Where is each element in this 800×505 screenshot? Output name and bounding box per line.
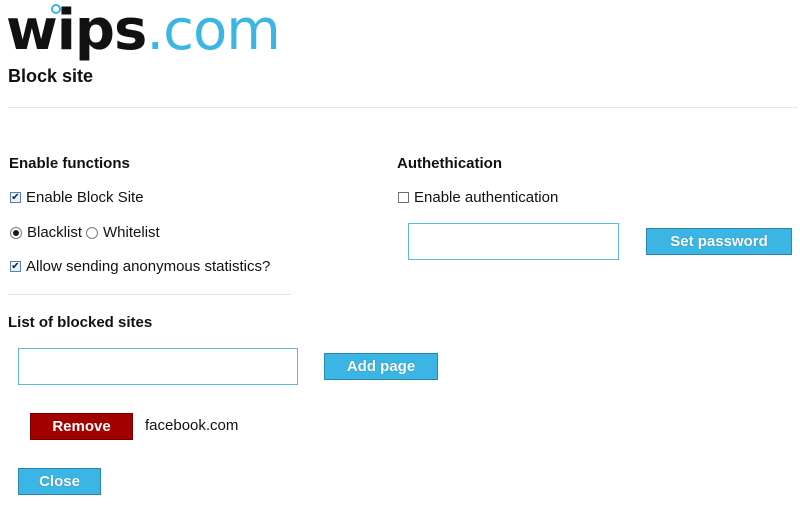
add-page-input[interactable] xyxy=(18,348,298,385)
logo-suffix-text: .com xyxy=(146,0,280,63)
wips-logo: wips.com xyxy=(6,0,281,63)
header-divider xyxy=(8,107,798,108)
remove-site-button[interactable]: Remove xyxy=(30,413,133,440)
anonymous-stats-label: Allow sending anonymous statistics? xyxy=(26,258,271,275)
anonymous-stats-row[interactable]: ✔ Allow sending anonymous statistics? xyxy=(10,258,270,275)
password-input[interactable] xyxy=(408,223,619,260)
enable-authentication-checkbox[interactable] xyxy=(398,192,409,203)
whitelist-radio[interactable] xyxy=(86,226,99,239)
enable-block-site-row[interactable]: ✔ Enable Block Site xyxy=(10,189,144,206)
page-title: Block site xyxy=(8,66,94,86)
enable-authentication-row[interactable]: Enable authentication xyxy=(398,189,558,206)
list-mode-radio-group: Blacklist Whitelist xyxy=(10,224,160,241)
blocked-site-item: facebook.com xyxy=(145,417,239,434)
logo-gear-icon xyxy=(51,4,61,14)
enable-block-site-label: Enable Block Site xyxy=(26,189,144,206)
whitelist-label: Whitelist xyxy=(103,224,160,241)
blacklist-radio[interactable] xyxy=(10,226,22,239)
blocked-sites-title: List of blocked sites xyxy=(8,314,153,331)
anonymous-stats-checkbox[interactable]: ✔ xyxy=(10,261,21,272)
enable-functions-title: Enable functions xyxy=(9,155,130,172)
add-page-button[interactable]: Add page xyxy=(324,353,438,380)
logo-main-text: wips xyxy=(6,0,147,63)
authentication-title: Authethication xyxy=(397,155,502,172)
set-password-button[interactable]: Set password xyxy=(646,228,792,255)
enable-block-site-checkbox[interactable]: ✔ xyxy=(10,192,21,203)
close-button[interactable]: Close xyxy=(18,468,101,495)
blacklist-label: Blacklist xyxy=(27,224,83,241)
enable-authentication-label: Enable authentication xyxy=(414,189,559,206)
section-divider xyxy=(8,294,291,295)
